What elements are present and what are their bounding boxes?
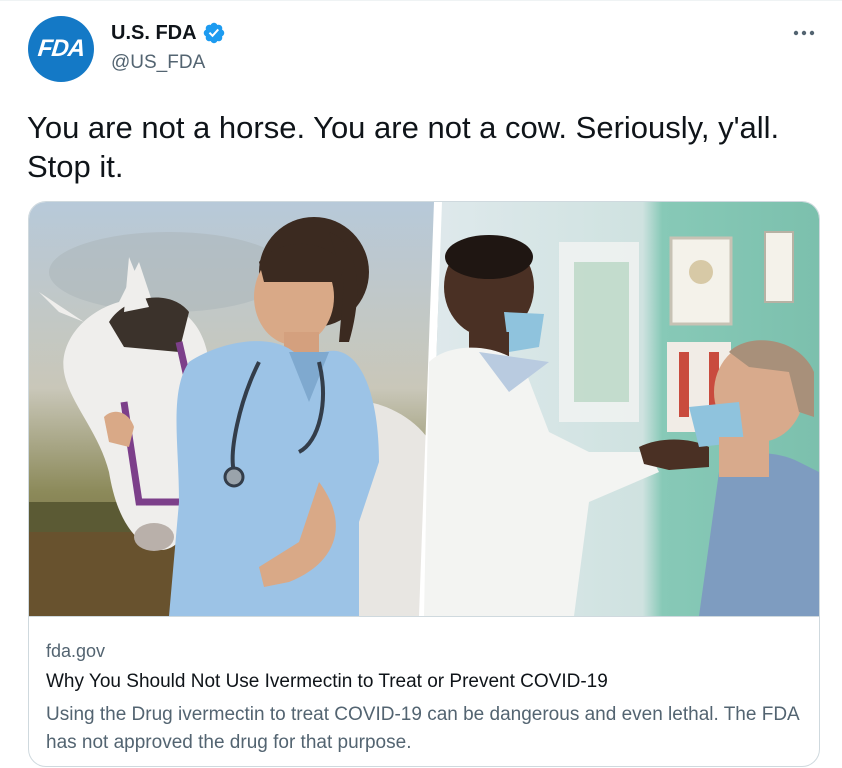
author-name-row: U.S. FDA xyxy=(111,21,226,45)
verified-badge-icon xyxy=(203,22,224,44)
doctor-examining-patient-photo xyxy=(424,202,819,616)
veterinarian-with-horse-photo xyxy=(29,202,439,616)
more-options-button[interactable] xyxy=(786,19,822,47)
card-text-area: fda.gov Why You Should Not Use Ivermecti… xyxy=(29,616,819,753)
display-name[interactable]: U.S. FDA xyxy=(111,22,197,45)
avatar-logo-text: FDA xyxy=(36,35,86,62)
avatar[interactable]: FDA xyxy=(28,16,94,82)
more-horizontal-icon xyxy=(793,30,815,36)
tweet-text: You are not a horse. You are not a cow. … xyxy=(27,110,780,184)
handle[interactable]: @US_FDA xyxy=(111,52,205,74)
link-card[interactable]: fda.gov Why You Should Not Use Ivermecti… xyxy=(28,201,820,767)
tweet: FDA U.S. FDA @US_FDA You are not a horse… xyxy=(0,0,842,768)
card-description: Using the Drug ivermectin to treat COVID… xyxy=(46,704,799,753)
card-title: Why You Should Not Use Ivermectin to Tre… xyxy=(46,671,608,692)
card-domain: fda.gov xyxy=(46,641,106,661)
card-image xyxy=(29,202,819,616)
